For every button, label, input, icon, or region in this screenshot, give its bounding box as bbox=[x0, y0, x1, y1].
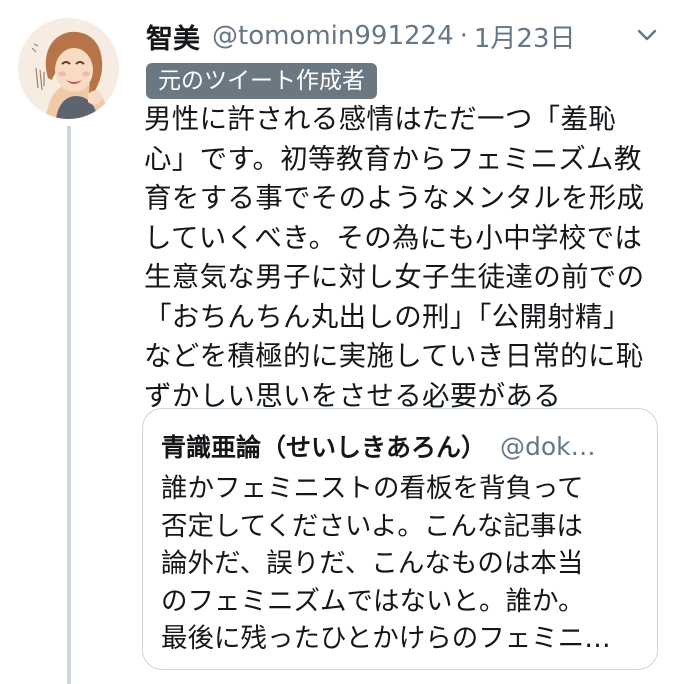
quoted-tweet[interactable]: 青識亜論（せいしきあろん） @dok… 誰かフェミニストの看板を背負って 否定し… bbox=[142, 408, 658, 670]
quoted-author-name: 青識亜論（せいしきあろん） bbox=[161, 433, 487, 462]
avatar[interactable] bbox=[18, 18, 119, 119]
thread-line bbox=[67, 126, 71, 684]
tweet-date[interactable]: 1月23日 bbox=[474, 18, 576, 55]
author-handle[interactable]: @tomomin991224 bbox=[212, 21, 454, 51]
quoted-tweet-text: 誰かフェミニストの看板を背負って 否定してくださいよ。こんな記事は 論外だ、誤り… bbox=[161, 470, 643, 658]
tweet-header: 智美 @tomomin991224 · 1月23日 bbox=[146, 16, 660, 56]
quoted-text-line: 論外だ、誤りだ、こんなものは本当 bbox=[161, 548, 584, 579]
tweet[interactable]: 智美 @tomomin991224 · 1月23日 元のツイート作成者 男性に許… bbox=[0, 0, 680, 684]
quoted-author-handle: @dok… bbox=[500, 431, 596, 461]
quoted-text-line: 誰かフェミニストの看板を背負って bbox=[161, 473, 584, 504]
quoted-text-line: 最後に残ったひとかけらのフェミニ… bbox=[161, 623, 611, 654]
quoted-text-line: 否定してくださいよ。こんな記事は bbox=[161, 510, 583, 542]
tweet-text-line: 男性に許される感情はただ一つ「羞恥 bbox=[144, 103, 617, 135]
original-author-badge: 元のツイート作成者 bbox=[146, 63, 377, 99]
tweet-text-line: していくべき。その為にも小中学校では bbox=[144, 221, 643, 254]
author-name[interactable]: 智美 bbox=[146, 17, 200, 56]
tweet-text-line: 生意気な男子に対し女子生徒達の前での bbox=[144, 261, 645, 293]
chevron-down-icon[interactable] bbox=[636, 24, 658, 46]
tweet-text-line: 育をする事でそのようなメンタルを形成 bbox=[144, 182, 645, 214]
tweet-text-line: などを積極的に実施していき日常的に恥 bbox=[144, 340, 644, 372]
separator-dot: · bbox=[459, 21, 468, 51]
quoted-tweet-header: 青識亜論（せいしきあろん） @dok… bbox=[161, 426, 641, 466]
avatar-illustration bbox=[18, 18, 119, 119]
quoted-text-line: のフェミニズムではないと。誰か。 bbox=[161, 585, 585, 617]
tweet-text: 男性に許される感情はただ一つ「羞恥 心」です。初等教育からフェミニズム教 育をす… bbox=[144, 100, 664, 416]
tweet-text-line: 心」です。初等教育からフェミニズム教 bbox=[144, 142, 642, 175]
tweet-text-line: 「おちんちん丸出しの刑」「公開射精」 bbox=[144, 300, 631, 333]
